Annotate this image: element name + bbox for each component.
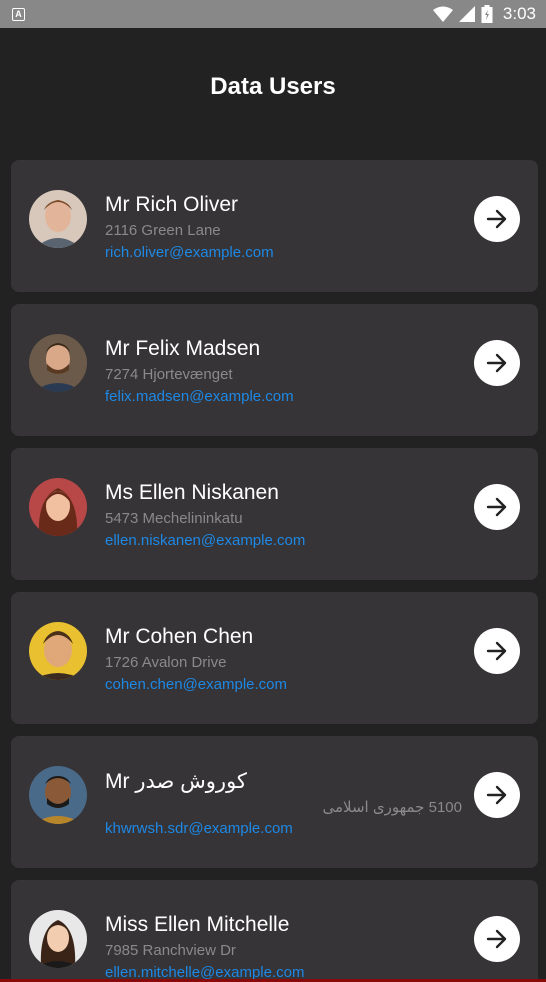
- user-address: 7985 Ranchview Dr: [105, 942, 236, 959]
- user-address: 5100 جمهوری اسلامی: [322, 799, 462, 816]
- notification-a-icon: A: [12, 7, 25, 21]
- open-user-button[interactable]: [474, 772, 520, 818]
- arrow-right-icon: [486, 641, 507, 661]
- user-email[interactable]: cohen.chen@example.com: [105, 676, 287, 693]
- arrow-right-icon: [486, 353, 507, 373]
- arrow-right-icon: [486, 209, 507, 229]
- user-list: Mr Rich Oliver 2116 Green Lane rich.oliv…: [11, 160, 538, 982]
- status-bar: A 3:03: [0, 0, 546, 28]
- user-address: 5473 Mechelininkatu: [105, 510, 243, 527]
- open-user-button[interactable]: [474, 484, 520, 530]
- user-card[interactable]: Ms Ellen Niskanen 5473 Mechelininkatu el…: [11, 448, 538, 580]
- user-name: Mr Rich Oliver: [105, 193, 239, 216]
- user-name: Ms Ellen Niskanen: [105, 481, 279, 504]
- arrow-right-icon: [486, 929, 507, 949]
- user-card[interactable]: Mr Rich Oliver 2116 Green Lane rich.oliv…: [11, 160, 538, 292]
- user-name: Miss Ellen Mitchelle: [105, 913, 290, 936]
- user-address: 2116 Green Lane: [105, 222, 221, 239]
- avatar: [29, 766, 87, 824]
- avatar: [29, 334, 87, 392]
- open-user-button[interactable]: [474, 340, 520, 386]
- user-email[interactable]: ellen.mitchelle@example.com: [105, 964, 304, 980]
- user-email[interactable]: khwrwsh.sdr@example.com: [105, 820, 293, 837]
- user-email[interactable]: felix.madsen@example.com: [105, 388, 294, 405]
- open-user-button[interactable]: [474, 196, 520, 242]
- avatar: [29, 478, 87, 536]
- open-user-button[interactable]: [474, 916, 520, 962]
- open-user-button[interactable]: [474, 628, 520, 674]
- avatar: [29, 622, 87, 680]
- user-name: Mr Felix Madsen: [105, 337, 261, 360]
- user-card[interactable]: Miss Ellen Mitchelle 7985 Ranchview Dr e…: [11, 880, 538, 980]
- avatar: [29, 910, 87, 968]
- user-address: 1726 Avalon Drive: [105, 654, 227, 671]
- user-email[interactable]: rich.oliver@example.com: [105, 244, 274, 261]
- page-title: Data Users: [210, 73, 336, 100]
- battery-icon: [481, 5, 493, 23]
- arrow-right-icon: [486, 785, 507, 805]
- user-name: Mr Cohen Chen: [105, 625, 254, 648]
- avatar: [29, 190, 87, 248]
- user-card[interactable]: Mr Cohen Chen 1726 Avalon Drive cohen.ch…: [11, 592, 538, 724]
- app-header: Data Users: [0, 28, 546, 146]
- user-card[interactable]: Mr کوروش صدر 5100 جمهوری اسلامی khwrwsh.…: [11, 736, 538, 868]
- wifi-icon: [432, 6, 453, 22]
- status-time: 3:03: [502, 4, 536, 23]
- user-address: 7274 Hjortevænget: [105, 366, 233, 383]
- signal-icon: [458, 6, 475, 22]
- user-name: Mr کوروش صدر: [105, 770, 247, 793]
- arrow-right-icon: [486, 497, 507, 517]
- user-email[interactable]: ellen.niskanen@example.com: [105, 532, 305, 549]
- user-card[interactable]: Mr Felix Madsen 7274 Hjortevænget felix.…: [11, 304, 538, 436]
